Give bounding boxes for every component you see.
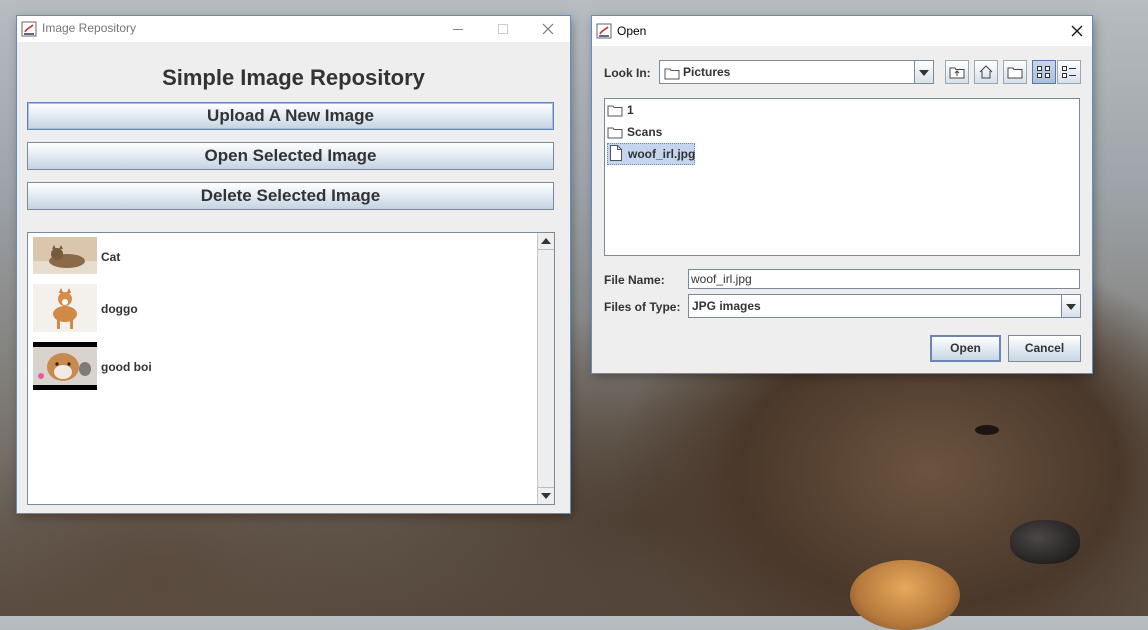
close-icon [542, 23, 553, 35]
window-title: Image Repository [42, 21, 137, 35]
file-name-label: File Name: [604, 273, 665, 287]
new-folder-button[interactable] [1003, 60, 1027, 84]
scroll-up-icon[interactable] [541, 238, 551, 244]
list-view-icon [1037, 66, 1050, 78]
chevron-down-icon[interactable] [1061, 295, 1080, 317]
files-of-type-value: JPG images [692, 299, 761, 313]
minimize-button[interactable] [435, 16, 480, 42]
file-item-folder-scans[interactable]: Scans [607, 122, 677, 142]
file-name: Scans [627, 125, 663, 139]
cancel-button[interactable]: Cancel [1008, 335, 1081, 362]
up-folder-icon [949, 67, 965, 79]
files-of-type-combobox[interactable]: JPG images [688, 294, 1081, 318]
close-icon [1071, 25, 1082, 37]
close-button[interactable] [1054, 16, 1099, 46]
open-selected-image-button[interactable]: Open Selected Image [27, 142, 554, 170]
otter-paw [850, 560, 960, 630]
scroll-track[interactable] [538, 249, 554, 488]
maximize-icon [497, 24, 508, 34]
shiba-closeup-thumbnail [33, 342, 97, 390]
java-app-icon [596, 23, 612, 39]
up-folder-button[interactable] [945, 60, 969, 84]
details-view-button[interactable] [1057, 60, 1081, 84]
upload-image-button[interactable]: Upload A New Image [27, 102, 554, 130]
new-folder-icon [1007, 67, 1023, 79]
files-of-type-label: Files of Type: [604, 300, 681, 314]
list-item-label: doggo [101, 302, 138, 316]
cat-thumbnail [33, 237, 97, 274]
folder-icon [607, 127, 623, 139]
open-button[interactable]: Open [930, 335, 1001, 362]
delete-selected-image-button[interactable]: Delete Selected Image [27, 182, 554, 210]
image-repository-window: Image Repository Simple Image Repository… [17, 16, 570, 513]
folder-icon [607, 105, 623, 117]
file-item-folder-1[interactable]: 1 [607, 100, 647, 120]
look-in-value: Pictures [683, 65, 731, 79]
dialog-title: Open [617, 24, 647, 38]
image-list[interactable]: Cat doggo good boi [27, 232, 555, 505]
title-bar[interactable]: Open [592, 16, 1092, 46]
list-item-label: good boi [101, 360, 152, 374]
file-item-woof-irl[interactable]: woof_irl.jpg [607, 143, 695, 165]
file-name: woof_irl.jpg [628, 147, 696, 161]
list-view-button[interactable] [1032, 60, 1056, 84]
title-bar[interactable]: Image Repository [17, 16, 570, 42]
chevron-down-icon[interactable] [914, 61, 933, 83]
look-in-label: Look In: [604, 66, 651, 80]
home-button[interactable] [974, 60, 998, 84]
java-app-icon [21, 21, 37, 37]
shiba-thumbnail [33, 284, 97, 332]
maximize-button[interactable] [480, 16, 525, 42]
file-icon [610, 145, 622, 161]
details-view-icon [1062, 66, 1076, 78]
open-file-dialog: Open Look In: Pictures 1 Scans woof_irl.… [592, 16, 1092, 373]
folder-icon [664, 68, 680, 80]
file-name-input[interactable]: woof_irl.jpg [688, 269, 1080, 289]
vertical-scrollbar[interactable] [537, 233, 554, 504]
close-button[interactable] [525, 16, 570, 42]
page-title: Simple Image Repository [162, 65, 425, 90]
minimize-icon [452, 29, 463, 30]
otter-eye [975, 425, 999, 435]
file-name: 1 [627, 103, 634, 117]
home-icon [979, 65, 993, 79]
otter-nose [1010, 520, 1080, 564]
file-list[interactable]: 1 Scans woof_irl.jpg [604, 98, 1080, 256]
scroll-down-icon[interactable] [541, 493, 551, 499]
list-item-label: Cat [101, 250, 121, 264]
look-in-combobox[interactable]: Pictures [659, 60, 934, 84]
